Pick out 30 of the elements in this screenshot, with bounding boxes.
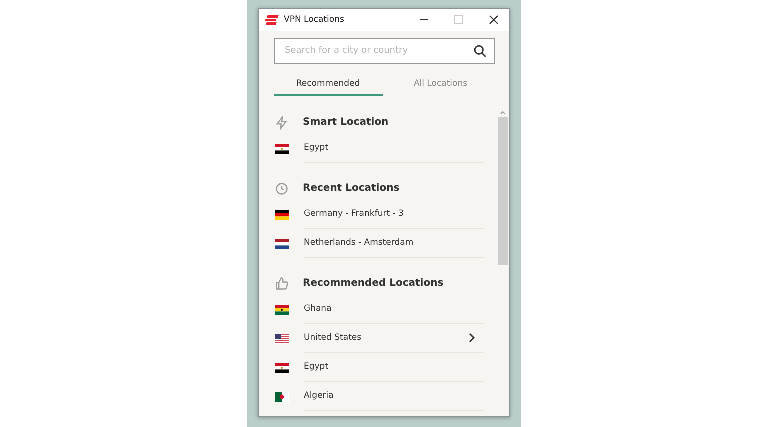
maximize-icon bbox=[454, 15, 464, 25]
flag-icon bbox=[275, 334, 289, 344]
flag-icon bbox=[275, 304, 289, 314]
window-title: VPN Locations bbox=[284, 15, 346, 25]
location-item[interactable]: Algeria bbox=[304, 382, 484, 411]
close-icon bbox=[489, 15, 499, 25]
location-item[interactable]: United States bbox=[304, 324, 484, 353]
location-item[interactable]: Egypt bbox=[304, 134, 484, 163]
search-icon[interactable] bbox=[473, 44, 487, 58]
flag-icon bbox=[275, 210, 289, 220]
location-item[interactable]: Netherlands - Amsterdam bbox=[304, 229, 484, 258]
flag-icon bbox=[275, 144, 289, 154]
lightning-icon bbox=[275, 116, 289, 130]
scrollbar-thumb[interactable] bbox=[498, 117, 508, 265]
location-item[interactable]: Egypt bbox=[304, 353, 484, 382]
search-field[interactable]: Search for a city or country bbox=[274, 38, 495, 64]
location-item[interactable]: Ghana bbox=[304, 295, 484, 324]
thumbs-up-icon bbox=[275, 276, 289, 290]
location-item[interactable]: Germany - Frankfurt - 3 bbox=[304, 200, 484, 229]
section-title: Smart Location bbox=[303, 117, 389, 128]
flag-icon bbox=[275, 392, 289, 402]
section-title: Recommended Locations bbox=[303, 278, 444, 289]
section-title: Recent Locations bbox=[303, 183, 400, 194]
tab[interactable]: Recommended bbox=[274, 74, 382, 96]
logo-icon bbox=[265, 15, 279, 25]
chevron-right-icon bbox=[468, 333, 476, 343]
flag-icon bbox=[275, 238, 289, 248]
clock-icon bbox=[275, 182, 289, 196]
scroll-up-icon[interactable] bbox=[499, 109, 507, 117]
flag-icon bbox=[275, 362, 289, 372]
